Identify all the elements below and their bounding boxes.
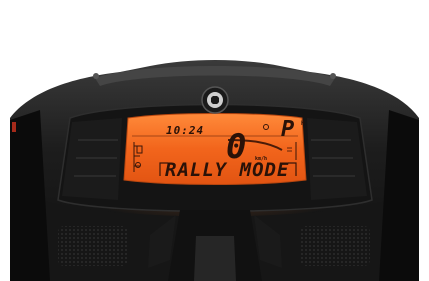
clock-readout: 10:24 xyxy=(166,124,205,137)
dashboard-graphic xyxy=(10,60,419,281)
gear-indicator: P xyxy=(281,117,295,142)
gear-sub-indicator: H xyxy=(301,120,305,127)
dashboard-frame: 10:24 P H 0 km/h RALLY MODE xyxy=(0,0,429,281)
ride-mode-label: RALLY MODE xyxy=(165,159,290,181)
